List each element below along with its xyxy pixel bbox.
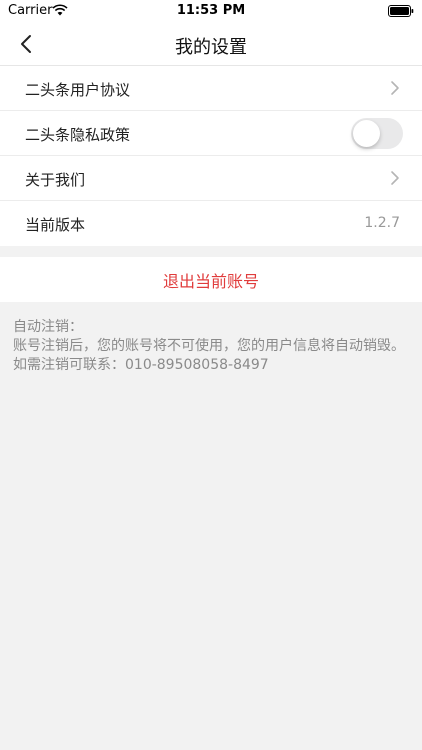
settings-row-about-us[interactable]: 关于我们 (0, 156, 422, 201)
toggle-knob (353, 120, 380, 147)
privacy-policy-toggle[interactable] (351, 118, 403, 149)
settings-row-label: 二头条隐私政策 (25, 126, 131, 144)
account-deletion-notice: 自动注销： 账号注销后，您的账号将不可使用，您的用户信息将自动销毁。如需注销可联… (13, 318, 409, 375)
chevron-right-icon (391, 81, 399, 95)
logout-button[interactable]: 退出当前账号 (0, 257, 422, 302)
notice-body: 账号注销后，您的账号将不可使用，您的用户信息将自动销毁。如需注销可联系：010-… (13, 338, 405, 373)
settings-row-label: 当前版本 (25, 216, 86, 234)
version-value: 1.2.7 (364, 215, 400, 231)
notice-title: 自动注销： (13, 319, 83, 335)
navigation-bar: 我的设置 (0, 22, 422, 66)
logout-section: 退出当前账号 (0, 257, 422, 302)
status-bar: Carrier 11:53 PM (0, 0, 422, 22)
settings-row-user-agreement[interactable]: 二头条用户协议 (0, 66, 422, 111)
settings-row-current-version: 当前版本 1.2.7 (0, 201, 422, 246)
settings-row-privacy-policy: 二头条隐私政策 (0, 111, 422, 156)
clock-label: 11:53 PM (176, 3, 246, 18)
chevron-right-icon (391, 171, 399, 185)
page-title: 我的设置 (175, 37, 247, 58)
settings-row-label: 关于我们 (25, 171, 86, 189)
settings-row-label: 二头条用户协议 (25, 81, 131, 99)
settings-list: 二头条用户协议 二头条隐私政策 关于我们 当前版本 1.2.7 (0, 66, 422, 246)
battery-icon (388, 5, 414, 17)
